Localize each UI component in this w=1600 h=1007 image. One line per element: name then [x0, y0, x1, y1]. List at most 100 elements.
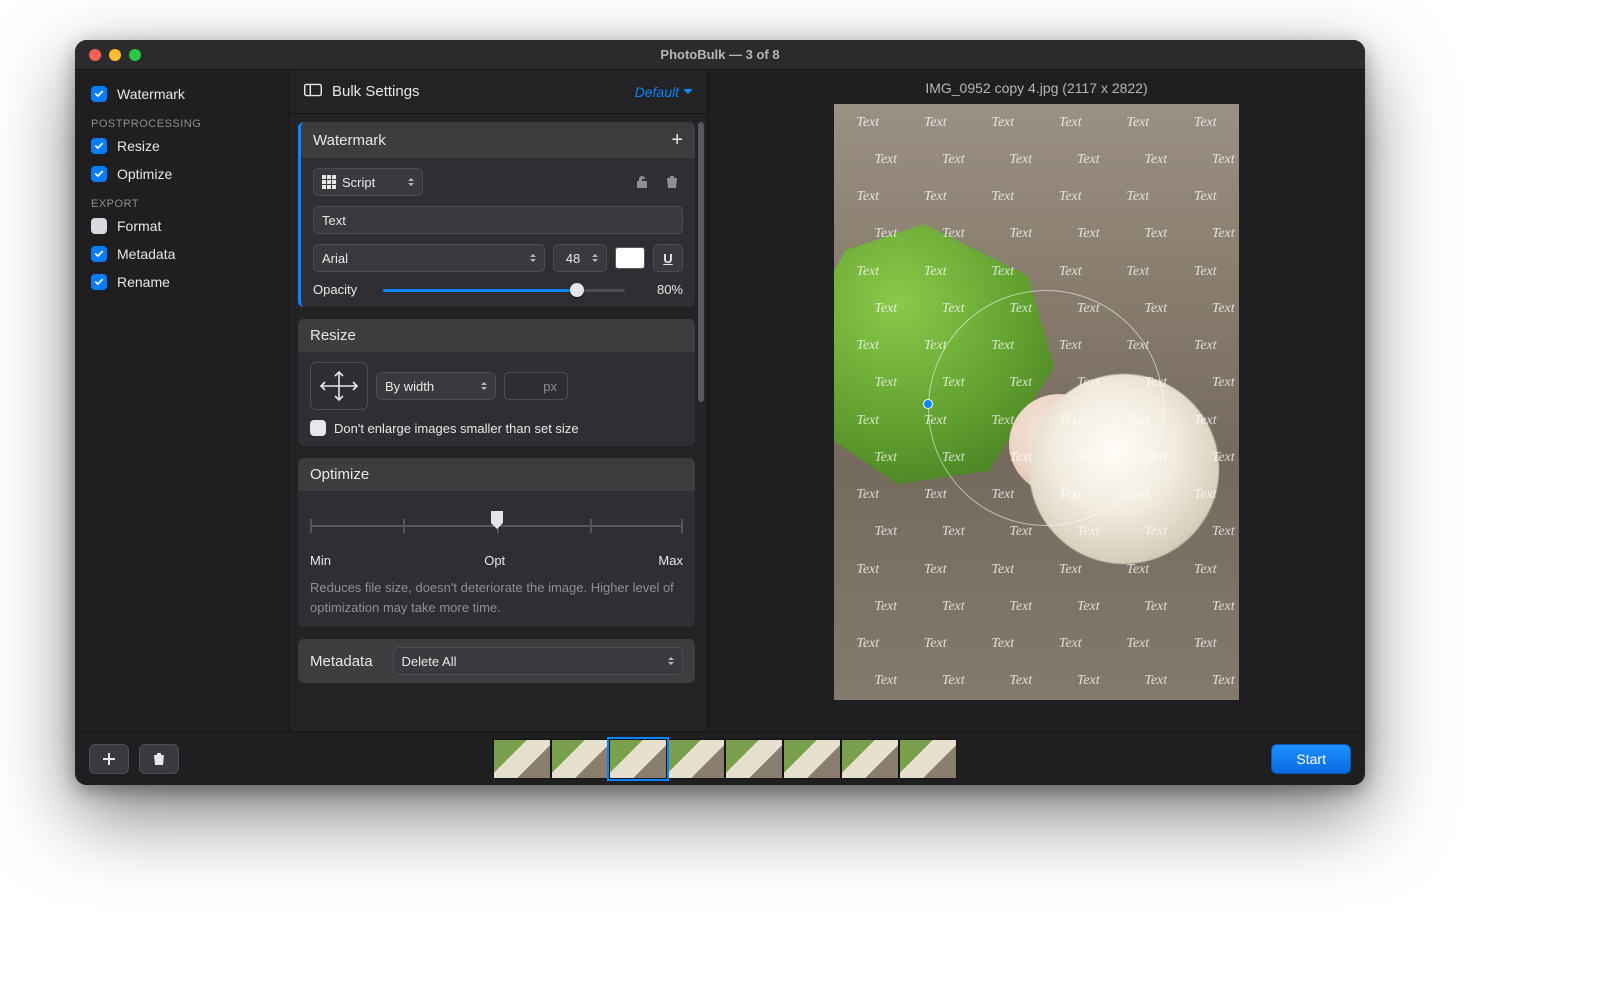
panel-title: Metadata: [310, 653, 373, 670]
watermark-text: Text: [1059, 562, 1082, 578]
start-button[interactable]: Start: [1271, 744, 1351, 774]
watermark-text: Text: [1126, 562, 1149, 578]
watermark-text: Text: [856, 264, 879, 280]
checkbox-metadata[interactable]: [91, 246, 107, 262]
watermark-text: Text: [924, 115, 947, 131]
thumbnail[interactable]: [667, 739, 725, 779]
resize-mode-select[interactable]: By width: [376, 372, 496, 400]
optimize-max-label: Max: [658, 553, 683, 568]
sidebar-item-optimize[interactable]: Optimize: [89, 160, 275, 188]
font-family-select[interactable]: Arial: [313, 244, 545, 272]
thumbnail[interactable]: [551, 739, 609, 779]
optimize-opt-label: Opt: [484, 553, 505, 568]
font-size-select[interactable]: 48: [553, 244, 607, 272]
watermark-text: Text: [874, 152, 897, 168]
watermark-type-select[interactable]: Script: [313, 168, 423, 196]
resize-dimensions-icon[interactable]: [310, 362, 368, 410]
checkbox-format[interactable]: [91, 218, 107, 234]
optimize-min-label: Min: [310, 553, 331, 568]
watermark-text: Text: [874, 301, 897, 317]
preset-name: Default: [635, 84, 679, 100]
watermark-text: Text: [856, 636, 879, 652]
sidebar-item-resize[interactable]: Resize: [89, 132, 275, 160]
watermark-text: Text: [874, 375, 897, 391]
sidebar-item-metadata[interactable]: Metadata: [89, 240, 275, 268]
watermark-text: Text: [991, 189, 1014, 205]
watermark-text-input[interactable]: Text: [313, 206, 683, 234]
watermark-text: Text: [942, 301, 965, 317]
panel-resize: Resize By width: [298, 319, 695, 446]
remove-images-button[interactable]: [139, 744, 179, 774]
watermark-text: Text: [1194, 562, 1217, 578]
watermark-text: Text: [1212, 524, 1235, 540]
watermark-text: Text: [924, 487, 947, 503]
watermark-text: Text: [1059, 264, 1082, 280]
watermark-text: Text: [874, 226, 897, 242]
add-watermark-button[interactable]: +: [671, 130, 683, 150]
watermark-text: Text: [991, 264, 1014, 280]
opacity-slider[interactable]: [383, 283, 625, 297]
panel-title: Optimize: [310, 466, 369, 483]
thumbnail[interactable]: [725, 739, 783, 779]
thumbnail[interactable]: [899, 739, 957, 779]
watermark-text: Text: [1077, 152, 1100, 168]
preset-dropdown[interactable]: Default: [635, 84, 693, 100]
watermark-text: Text: [1077, 599, 1100, 615]
trash-icon[interactable]: [661, 171, 683, 193]
watermark-text: Text: [1009, 673, 1032, 689]
checkbox-resize[interactable]: [91, 138, 107, 154]
sidebar-label: Rename: [117, 274, 170, 290]
thumbnail[interactable]: [783, 739, 841, 779]
sidebar: Watermark POSTPROCESSING Resize Optimize…: [75, 70, 290, 731]
checkbox-watermark[interactable]: [91, 86, 107, 102]
watermark-text: Text: [1009, 599, 1032, 615]
checkbox-optimize[interactable]: [91, 166, 107, 182]
watermark-text: Text: [991, 562, 1014, 578]
watermark-text: Text: [1194, 487, 1217, 503]
preview-filename: IMG_0952 copy 4.jpg (2117 x 2822): [925, 80, 1147, 96]
sidebar-item-format[interactable]: Format: [89, 212, 275, 240]
watermark-text: Text: [924, 562, 947, 578]
scrollbar[interactable]: [698, 122, 704, 402]
opacity-value: 80%: [639, 282, 683, 297]
panel-title: Resize: [310, 327, 356, 344]
watermark-text: Text: [1059, 636, 1082, 652]
watermark-text: Text: [1212, 301, 1235, 317]
watermark-text: Text: [1194, 264, 1217, 280]
panel-watermark: Watermark + Script: [298, 122, 695, 307]
unlock-icon[interactable]: [631, 171, 653, 193]
watermark-text: Text: [1194, 636, 1217, 652]
watermark-text: Text: [1194, 413, 1217, 429]
watermark-radius-guide[interactable]: [928, 290, 1164, 526]
sidebar-item-rename[interactable]: Rename: [89, 268, 275, 296]
checkbox-rename[interactable]: [91, 274, 107, 290]
watermark-text: Text: [1144, 152, 1167, 168]
watermark-anchor-handle[interactable]: [923, 399, 933, 409]
checkbox-no-enlarge[interactable]: [310, 420, 326, 436]
resize-value-input[interactable]: px: [504, 372, 568, 400]
optimize-slider[interactable]: [310, 507, 683, 555]
add-images-button[interactable]: [89, 744, 129, 774]
sidebar-item-watermark[interactable]: Watermark: [89, 80, 275, 108]
thumbnail[interactable]: [609, 739, 667, 779]
optimize-slider-handle[interactable]: [489, 511, 505, 531]
panel-title: Watermark: [313, 132, 386, 149]
settings-title: Bulk Settings: [332, 83, 420, 100]
watermark-text: Text: [1009, 524, 1032, 540]
preview-canvas[interactable]: Text Text Text Text Text Text Text Text Text Text…: [834, 104, 1239, 700]
color-swatch[interactable]: [615, 247, 645, 269]
thumbnail[interactable]: [493, 739, 551, 779]
watermark-text: Text: [942, 226, 965, 242]
watermark-type-value: Script: [342, 175, 375, 190]
pattern-icon: [322, 175, 336, 189]
settings-header: Bulk Settings Default: [290, 70, 707, 114]
metadata-action-select[interactable]: Delete All: [393, 647, 683, 675]
watermark-text: Text: [924, 264, 947, 280]
watermark-text: Text: [1144, 673, 1167, 689]
settings-scroll[interactable]: Watermark + Script: [290, 114, 707, 731]
watermark-text: Text: [1212, 226, 1235, 242]
thumbnail[interactable]: [841, 739, 899, 779]
sidebar-label: Format: [117, 218, 161, 234]
layout-panels-icon[interactable]: [304, 83, 322, 101]
underline-toggle[interactable]: U: [653, 244, 683, 272]
